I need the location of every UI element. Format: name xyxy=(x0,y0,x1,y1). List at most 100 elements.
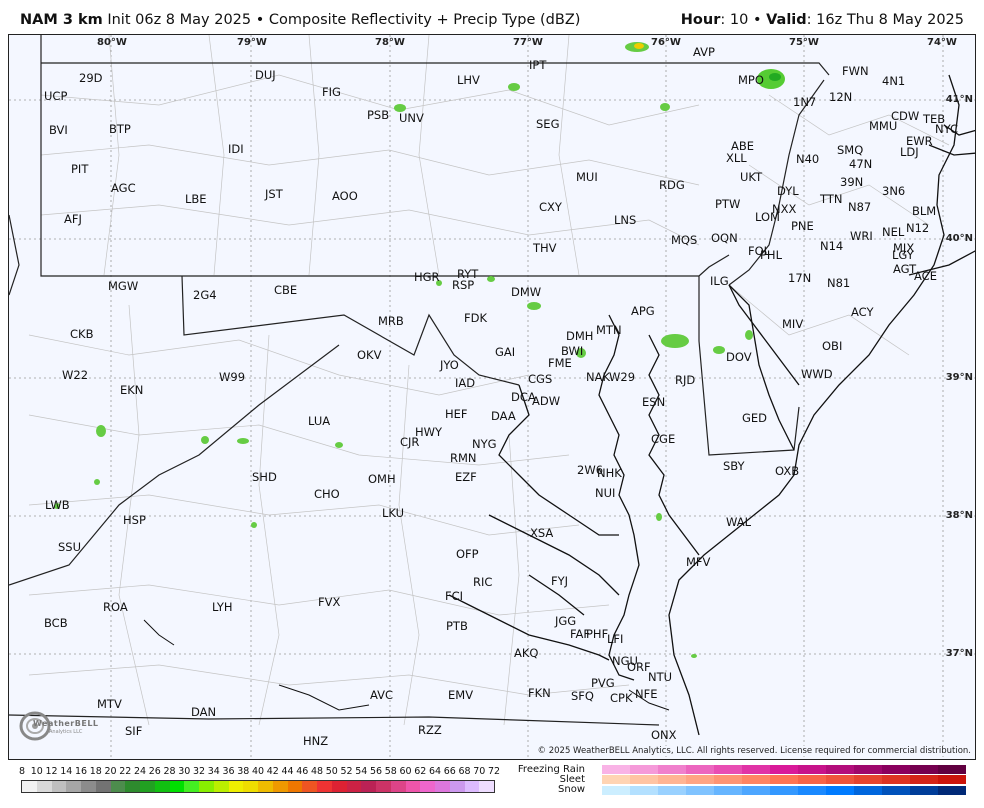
ptype-color-swatch xyxy=(742,765,770,774)
dbz-color-swatch xyxy=(81,781,96,792)
dbz-color-swatch xyxy=(406,781,421,792)
ptype-color-swatch xyxy=(714,786,742,795)
station-label: SIF xyxy=(125,726,142,738)
valid-value: : 16z Thu 8 May 2025 xyxy=(807,12,964,28)
station-label: ROA xyxy=(103,602,128,614)
ptype-color-swatch xyxy=(910,765,938,774)
logo-text: WeatherBELL xyxy=(33,719,99,728)
station-label: SBY xyxy=(723,461,745,473)
ptype-color-swatch xyxy=(630,765,658,774)
station-label: LFI xyxy=(607,634,623,646)
graticule xyxy=(9,35,976,760)
station-label: 3N6 xyxy=(882,186,905,198)
station-label: ACE xyxy=(914,271,937,283)
ptype-label-snow: Snow xyxy=(515,784,585,795)
dbz-tick-label: 22 xyxy=(119,766,131,777)
station-label: HWY xyxy=(415,427,442,439)
station-label: RZZ xyxy=(418,725,442,737)
dbz-color-swatch xyxy=(302,781,317,792)
freezing-rain-color-bar xyxy=(602,765,966,774)
dbz-color-swatch xyxy=(229,781,244,792)
station-label: BVI xyxy=(49,125,68,137)
station-label: PHL xyxy=(760,250,782,262)
station-label: N12 xyxy=(906,223,929,235)
dbz-tick-label: 58 xyxy=(385,766,397,777)
forecast-map[interactable]: 80°W 79°W 78°W 77°W 76°W 75°W 74°W 41°N … xyxy=(8,34,976,760)
station-label: N14 xyxy=(820,241,843,253)
station-label: CDW xyxy=(891,111,919,123)
station-label: RDG xyxy=(659,180,685,192)
ptype-color-swatch xyxy=(602,775,630,784)
ptype-color-swatch xyxy=(910,775,938,784)
station-label: FCI xyxy=(445,591,463,603)
dbz-color-swatch xyxy=(450,781,465,792)
ptype-color-swatch xyxy=(742,786,770,795)
dbz-tick-label: 68 xyxy=(458,766,470,777)
ptype-color-swatch xyxy=(826,775,854,784)
longitude-label: 79°W xyxy=(237,37,267,48)
product-name: Composite Reflectivity + Precip Type (dB… xyxy=(269,12,581,28)
station-label: UKT xyxy=(740,172,762,184)
ptype-color-swatch xyxy=(798,786,826,795)
dbz-tick-label: 40 xyxy=(252,766,264,777)
hour-value: : 10 xyxy=(720,12,748,28)
dbz-tick-label: 26 xyxy=(149,766,161,777)
dbz-color-swatch xyxy=(111,781,126,792)
station-label: ADW xyxy=(532,396,560,408)
station-label: N40 xyxy=(796,154,819,166)
station-label: MGW xyxy=(108,281,138,293)
station-label: IPT xyxy=(529,60,546,72)
station-label: CPK xyxy=(610,693,633,705)
dbz-color-swatch xyxy=(332,781,347,792)
station-label: MTN xyxy=(596,325,622,337)
station-label: GED xyxy=(742,413,767,425)
station-label: CHO xyxy=(314,489,340,501)
station-label: NTU xyxy=(648,672,672,684)
station-label: HGR xyxy=(414,272,440,284)
station-label: BTP xyxy=(109,124,131,136)
longitude-label: 74°W xyxy=(927,37,957,48)
station-label: CXY xyxy=(539,202,562,214)
station-label: HEF xyxy=(445,409,468,421)
ptype-color-swatch xyxy=(630,786,658,795)
longitude-label: 77°W xyxy=(513,37,543,48)
longitude-label: 78°W xyxy=(375,37,405,48)
dbz-tick-label: 46 xyxy=(296,766,308,777)
dbz-color-swatch xyxy=(347,781,362,792)
ptype-color-swatch xyxy=(770,786,798,795)
dbz-color-swatch xyxy=(125,781,140,792)
station-label: AFJ xyxy=(64,214,82,226)
ptype-color-swatch xyxy=(714,775,742,784)
dbz-color-swatch xyxy=(214,781,229,792)
station-label: BCB xyxy=(44,618,68,630)
station-label: AVP xyxy=(693,47,715,59)
station-label: APG xyxy=(631,306,655,318)
dbz-tick-label: 36 xyxy=(222,766,234,777)
dbz-tick-label: 14 xyxy=(60,766,72,777)
station-label: 2G4 xyxy=(193,290,217,302)
ptype-color-swatch xyxy=(658,775,686,784)
ptype-color-swatch xyxy=(742,775,770,784)
map-canvas xyxy=(9,35,976,760)
latitude-label: 37°N xyxy=(946,648,973,659)
dbz-tick-label: 54 xyxy=(355,766,367,777)
ptype-color-swatch xyxy=(938,786,966,795)
station-label: SSU xyxy=(58,542,81,554)
latitude-label: 39°N xyxy=(946,372,973,383)
longitude-label: 75°W xyxy=(789,37,819,48)
ptype-color-swatch xyxy=(854,775,882,784)
station-label: FKN xyxy=(528,688,551,700)
ptype-color-swatch xyxy=(882,786,910,795)
station-label: LGY xyxy=(892,250,914,262)
model-name: NAM 3 km xyxy=(20,12,103,28)
dbz-color-bar xyxy=(21,780,495,793)
dbz-tick-label: 24 xyxy=(134,766,146,777)
ptype-color-swatch xyxy=(882,765,910,774)
ptype-color-swatch xyxy=(826,765,854,774)
station-label: SHD xyxy=(252,472,277,484)
station-label: DAN xyxy=(191,707,216,719)
dbz-color-swatch xyxy=(66,781,81,792)
dbz-tick-label: 72 xyxy=(488,766,500,777)
station-label: IAD xyxy=(455,378,475,390)
station-label: DYL xyxy=(777,186,799,198)
